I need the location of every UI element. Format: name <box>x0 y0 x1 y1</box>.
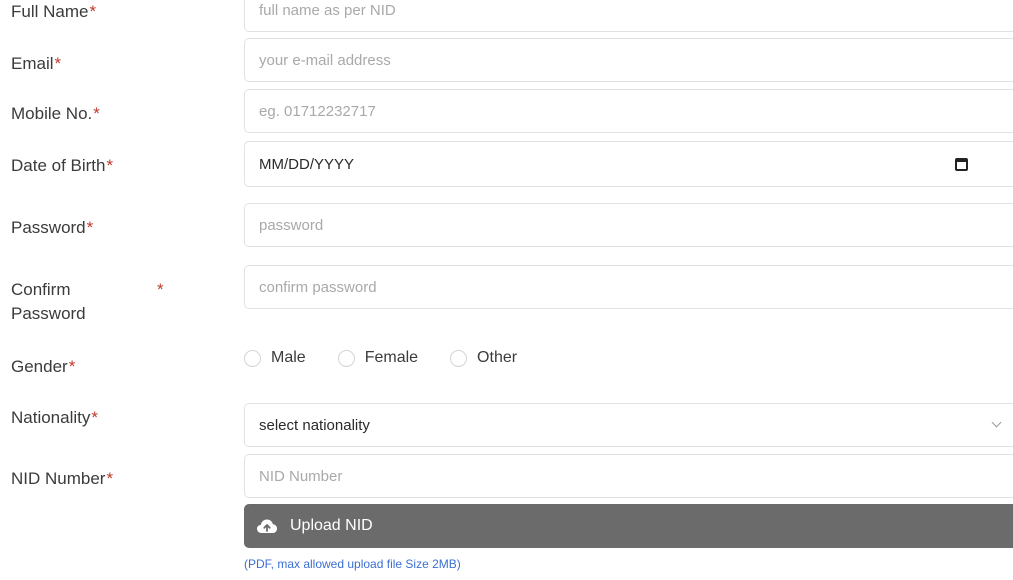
required-asterisk: * <box>91 408 98 427</box>
calendar-icon[interactable] <box>955 158 968 171</box>
radio-icon[interactable] <box>450 349 468 367</box>
required-asterisk: * <box>86 218 94 237</box>
radio-icon[interactable] <box>337 349 355 367</box>
gender-label: Gender* <box>11 357 76 376</box>
mobile-input[interactable] <box>245 90 1013 132</box>
required-asterisk: * <box>54 54 62 73</box>
full-name-field[interactable] <box>244 0 1013 32</box>
required-asterisk: * <box>106 156 114 175</box>
required-asterisk: * <box>157 280 164 299</box>
radio-icon[interactable] <box>244 349 261 367</box>
gender-option-other[interactable]: Other <box>450 349 517 367</box>
gender-option-male[interactable]: Male <box>244 349 306 367</box>
gender-option-female[interactable]: Female <box>337 349 418 367</box>
nid-number-field[interactable] <box>244 454 1013 498</box>
nationality-select[interactable]: select nationality <box>244 403 1013 447</box>
gender-radio-group: Male Female Other <box>244 344 549 372</box>
nid-number-input[interactable] <box>245 455 1013 497</box>
dob-field[interactable]: MM/DD/YYYY <box>244 141 1013 187</box>
password-input[interactable] <box>245 204 1013 246</box>
dob-label: Date of Birth* <box>11 156 114 175</box>
full-name-input[interactable] <box>245 0 1013 31</box>
email-input[interactable] <box>245 39 1013 81</box>
nationality-label: Nationality* <box>11 408 98 427</box>
dob-value: MM/DD/YYYY <box>259 156 355 173</box>
upload-nid-label: Upload NID <box>290 517 373 534</box>
confirm-password-field[interactable] <box>244 265 1013 309</box>
cloud-upload-icon <box>256 518 278 534</box>
password-field[interactable] <box>244 203 1013 247</box>
chevron-down-icon <box>991 417 1002 428</box>
mobile-field[interactable] <box>244 89 1013 133</box>
mobile-label: Mobile No.* <box>11 104 100 123</box>
confirm-password-label: Confirm Password <box>11 280 86 323</box>
upload-hint-text: (PDF, max allowed upload file Size 2MB) <box>244 557 461 571</box>
required-asterisk: * <box>89 2 97 21</box>
full-name-label: Full Name* <box>11 2 97 21</box>
required-asterisk: * <box>93 104 100 123</box>
upload-nid-button[interactable]: Upload NID <box>244 504 1013 548</box>
required-asterisk: * <box>68 357 76 376</box>
email-label: Email* <box>11 54 62 73</box>
email-field[interactable] <box>244 38 1013 82</box>
nationality-value: select nationality <box>259 417 370 434</box>
password-label: Password* <box>11 218 94 237</box>
confirm-password-input[interactable] <box>245 266 1013 308</box>
required-asterisk: * <box>106 469 114 488</box>
nid-number-label: NID Number* <box>11 469 114 488</box>
